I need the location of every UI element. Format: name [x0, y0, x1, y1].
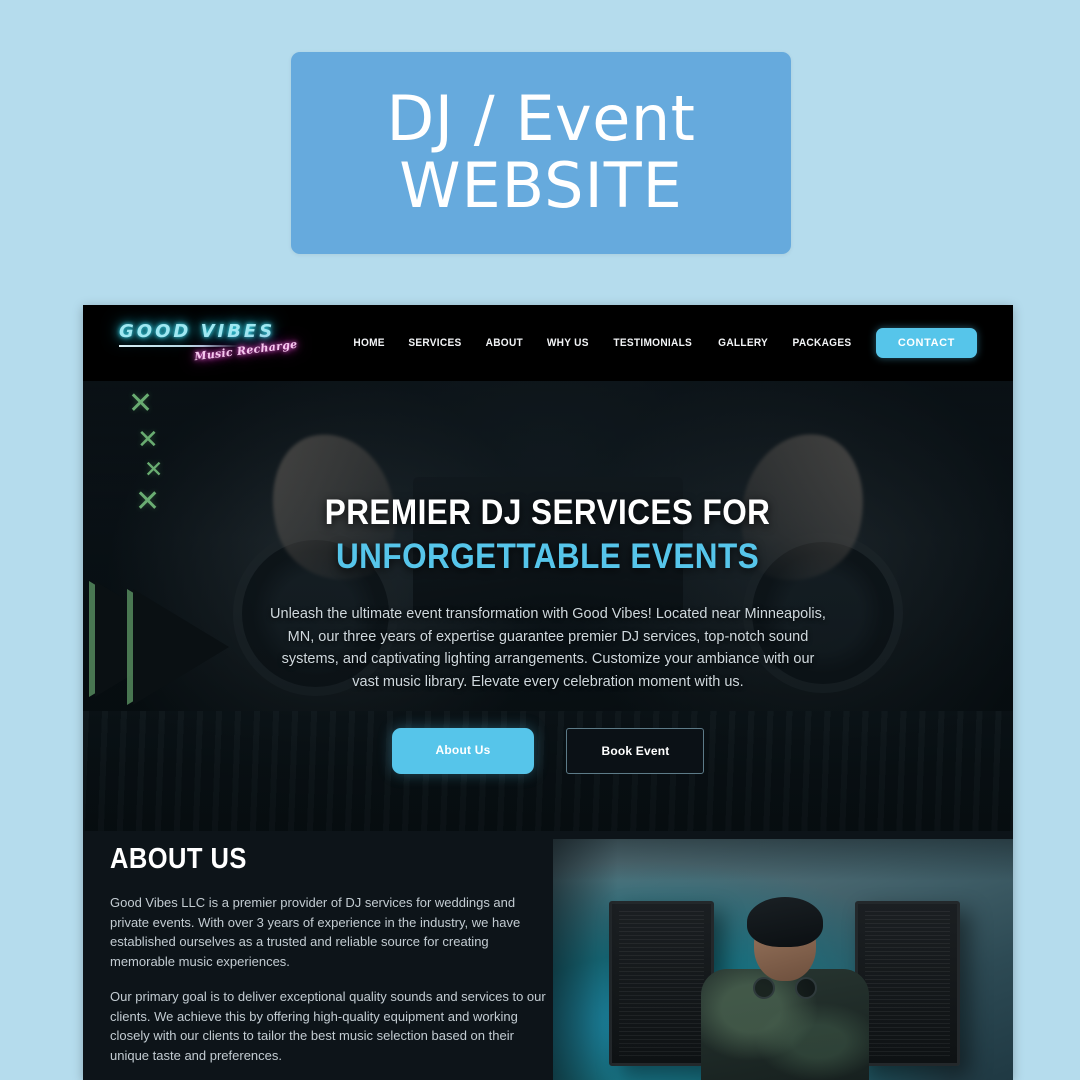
about-image — [553, 839, 1013, 1080]
mockup-canvas: DJ / Event WEBSITE GOOD VIBES Music Rech… — [0, 0, 1080, 1080]
nav-contact-button[interactable]: CONTACT — [875, 328, 977, 358]
nav-item-services[interactable]: SERVICES — [399, 337, 471, 349]
nav-item-testimonials[interactable]: TESTIMONIALS — [604, 337, 701, 349]
nav-item-packages[interactable]: PACKAGES — [783, 337, 860, 349]
title-badge: DJ / Event WEBSITE — [291, 52, 791, 254]
hero-buttons: About Us Book Event — [391, 727, 705, 774]
hero-paragraph: Unleash the ultimate event transformatio… — [270, 606, 826, 691]
about-text-column: ABOUT US Good Vibes LLC is a premier pro… — [110, 843, 560, 1080]
nav-item-gallery[interactable]: GALLERY — [709, 337, 777, 349]
brand-logo[interactable]: GOOD VIBES Music Recharge — [119, 321, 298, 369]
about-heading: ABOUT US — [110, 843, 247, 875]
hero-headline: PREMIER DJ SERVICES FOR UNFORGETTABLE EV… — [325, 491, 771, 579]
about-paragraph-1: Good Vibes LLC is a premier provider of … — [110, 895, 521, 969]
about-section: ABOUT US Good Vibes LLC is a premier pro… — [83, 831, 1013, 1080]
hero-content: PREMIER DJ SERVICES FOR UNFORGETTABLE EV… — [83, 381, 1013, 831]
hero-about-us-button[interactable]: About Us — [391, 727, 535, 774]
nav-item-home[interactable]: HOME — [344, 337, 394, 349]
site-navbar: GOOD VIBES Music Recharge HOME SERVICES … — [83, 305, 1013, 381]
hero-headline-line-2: UNFORGETTABLE EVENTS — [336, 537, 760, 577]
brand-logo-text: GOOD VIBES — [119, 321, 276, 342]
nav-item-about[interactable]: ABOUT — [476, 337, 532, 349]
badge-line-2: WEBSITE — [399, 149, 683, 222]
about-paragraph-2: Our primary goal is to deliver exception… — [110, 989, 546, 1063]
nav-links: HOME SERVICES ABOUT WHY US TESTIMONIALS … — [342, 305, 977, 381]
nav-item-why-us[interactable]: WHY US — [537, 337, 597, 349]
website-preview-frame: GOOD VIBES Music Recharge HOME SERVICES … — [83, 305, 1013, 1080]
hero-headline-line-1: PREMIER DJ SERVICES FOR — [325, 493, 771, 532]
hero-book-event-button[interactable]: Book Event — [566, 727, 705, 774]
badge-line-1: DJ / Event — [386, 82, 696, 156]
about-image-vignette — [553, 839, 1013, 1080]
hero-section: ✕ ✕ ✕ ✕ ✕ ✕ ✕ ✕ ✕ ✕ PREMIER DJ SERVICES … — [83, 381, 1013, 831]
